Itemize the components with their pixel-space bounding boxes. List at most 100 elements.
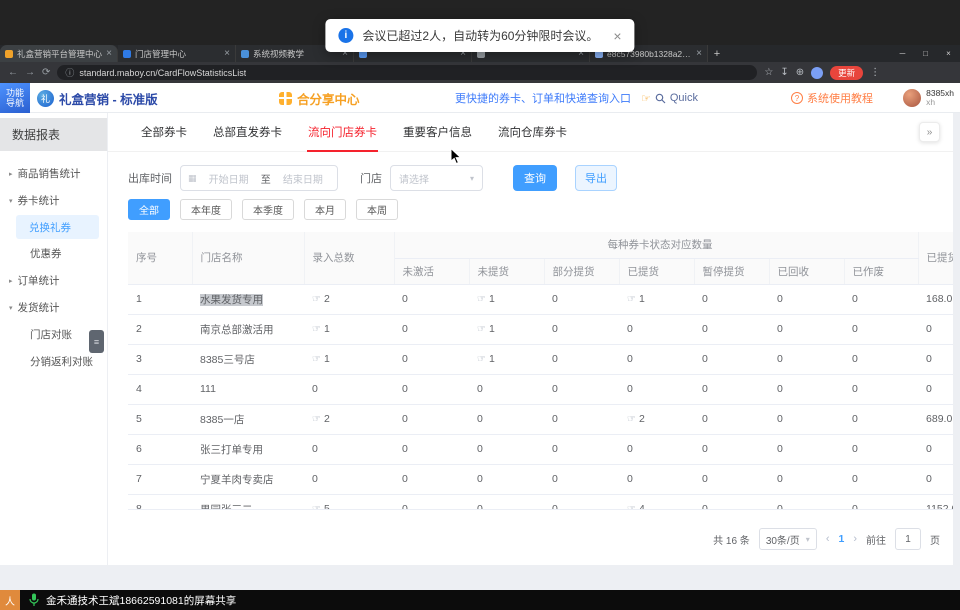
- sidebar-collapse-handle[interactable]: ≡: [89, 330, 104, 353]
- table-row[interactable]: 6张三打单专用000000000: [128, 434, 953, 464]
- quick-search[interactable]: ☞ Quick: [641, 92, 698, 105]
- extensions-icon[interactable]: ⊕: [796, 67, 804, 78]
- hand-icon[interactable]: ☞: [477, 354, 486, 365]
- chevron-down-icon: ▾: [9, 197, 13, 205]
- cell-value: 0: [769, 344, 844, 374]
- question-icon: ?: [791, 92, 803, 104]
- hand-icon[interactable]: ☞: [312, 324, 321, 335]
- export-button[interactable]: 导出: [575, 165, 617, 191]
- window-maximize-button[interactable]: □: [914, 45, 937, 62]
- table-row[interactable]: 58385一店☞2000☞2000689.0: [128, 404, 953, 434]
- cell-value: ☞2: [304, 284, 394, 314]
- content-tab[interactable]: 流向门店券卡: [295, 113, 390, 151]
- hand-icon[interactable]: ☞: [627, 414, 636, 425]
- function-nav-button[interactable]: 功能导航: [0, 83, 30, 113]
- cell-value: 0: [544, 464, 619, 494]
- window-minimize-button[interactable]: ─: [891, 45, 914, 62]
- user-menu[interactable]: 8385xhxh: [903, 83, 954, 113]
- hand-icon[interactable]: ☞: [312, 504, 321, 510]
- tab-close-icon[interactable]: ×: [106, 48, 112, 59]
- url-bar[interactable]: ⓘ standard.maboy.cn/CardFlowStatisticsLi…: [57, 65, 757, 80]
- content-tab[interactable]: 总部直发券卡: [200, 113, 295, 151]
- page-size-value: 30条/页: [766, 532, 800, 547]
- date-range-picker[interactable]: ▦ 开始日期 至 结束日期: [180, 165, 338, 191]
- browser-update-button[interactable]: 更新: [830, 66, 863, 80]
- table-row[interactable]: 2南京总部激活用☞10☞1000000: [128, 314, 953, 344]
- browser-tab[interactable]: 礼盒营销平台管理中心 ×: [0, 45, 118, 62]
- current-page[interactable]: 1: [838, 533, 844, 545]
- sidebar-item[interactable]: ▸订单统计: [0, 267, 107, 294]
- hand-icon[interactable]: ☞: [312, 354, 321, 365]
- sidebar-item[interactable]: ▾券卡统计: [0, 187, 107, 214]
- downloads-icon[interactable]: ↧: [780, 67, 788, 78]
- table-row[interactable]: 38385三号店☞10☞1000000: [128, 344, 953, 374]
- brand-logo-icon: 礼: [37, 90, 54, 107]
- end-date-placeholder: 结束日期: [276, 171, 330, 186]
- quick-range-chip[interactable]: 全部: [128, 199, 170, 220]
- goto-page-input[interactable]: [895, 528, 921, 550]
- browser-menu-icon[interactable]: ⋮: [870, 67, 880, 78]
- quick-range-chip[interactable]: 本周: [356, 199, 398, 220]
- cell-value: ☞1: [304, 314, 394, 344]
- cell-value: ☞5: [304, 494, 394, 510]
- hand-icon[interactable]: ☞: [627, 504, 636, 510]
- browser-tab[interactable]: 门店管理中心×: [118, 45, 236, 62]
- cell-value: 0: [918, 464, 953, 494]
- cell-value: 0: [918, 314, 953, 344]
- reload-icon[interactable]: ⟳: [42, 67, 50, 78]
- content-tab[interactable]: 重要客户信息: [390, 113, 485, 151]
- sidebar-title: 数据报表: [0, 118, 107, 151]
- statistics-table: 序号门店名称录入总数每种券卡状态对应数量已提货金额未激活未提货部分提货已提货暂停…: [128, 232, 953, 510]
- quick-range-chip[interactable]: 本月: [304, 199, 346, 220]
- cell-value: 0: [469, 434, 544, 464]
- cell-value: 0: [544, 374, 619, 404]
- quick-range-chip[interactable]: 本年度: [180, 199, 232, 220]
- quick-tip-text: 更快捷的券卡、订单和快递查询入口: [455, 90, 631, 106]
- quick-range-chip[interactable]: 本季度: [242, 199, 294, 220]
- tab-close-icon[interactable]: ×: [696, 48, 702, 59]
- sidebar-item[interactable]: 兑换礼券: [16, 215, 99, 239]
- gift-icon: [279, 92, 292, 105]
- forward-icon[interactable]: →: [25, 67, 35, 78]
- hand-icon[interactable]: ☞: [477, 294, 486, 305]
- table-row[interactable]: 8果园张三二☞5000☞40001152.0: [128, 494, 953, 510]
- new-tab-button[interactable]: +: [708, 45, 726, 62]
- panel-collapse-button[interactable]: »: [919, 122, 940, 142]
- table-row[interactable]: 4111000000000: [128, 374, 953, 404]
- hand-icon[interactable]: ☞: [312, 294, 321, 305]
- cell-store-name: 111: [192, 374, 304, 404]
- cell-value: 0: [769, 374, 844, 404]
- sidebar-item[interactable]: ▾发货统计: [0, 294, 107, 321]
- sidebar-item[interactable]: ▸商品销售统计: [0, 160, 107, 187]
- hand-icon[interactable]: ☞: [312, 414, 321, 425]
- site-info-icon[interactable]: ⓘ: [65, 66, 74, 79]
- table-row[interactable]: 1水果发货专用☞20☞10☞1000168.0: [128, 284, 953, 314]
- sidebar-item[interactable]: 优惠券: [0, 240, 107, 267]
- window-close-button[interactable]: ×: [937, 45, 960, 62]
- next-page-button[interactable]: ›: [853, 533, 857, 545]
- bookmark-icon[interactable]: ☆: [764, 67, 773, 78]
- hand-icon[interactable]: ☞: [627, 294, 636, 305]
- content-tab[interactable]: 流向仓库券卡: [485, 113, 580, 151]
- page-size-select[interactable]: 30条/页 ▾: [759, 528, 817, 550]
- search-button[interactable]: 查询: [513, 165, 557, 191]
- cell-value: 0: [769, 284, 844, 314]
- browser-profile-avatar[interactable]: [811, 67, 823, 79]
- tab-close-icon[interactable]: ×: [224, 48, 230, 59]
- cell-value: 0: [469, 464, 544, 494]
- store-select-placeholder: 请选择: [399, 171, 429, 186]
- tab-title: 礼盒营销平台管理中心: [17, 48, 102, 60]
- brand: 礼 礼盒营销 - 标准版: [37, 83, 158, 113]
- time-filter-label: 出库时间: [128, 170, 172, 186]
- chevron-down-icon: ▾: [470, 174, 474, 183]
- hand-icon[interactable]: ☞: [477, 324, 486, 335]
- tutorial-link[interactable]: ? 系统使用教程: [791, 83, 873, 113]
- back-icon[interactable]: ←: [8, 67, 18, 78]
- toast-close-icon[interactable]: ×: [613, 28, 621, 44]
- store-select[interactable]: 请选择 ▾: [390, 165, 483, 191]
- content-tab[interactable]: 全部券卡: [128, 113, 200, 151]
- column-header: 暂停提货: [694, 258, 769, 284]
- table-row[interactable]: 7宁夏羊肉专卖店000000000: [128, 464, 953, 494]
- share-center-link[interactable]: 合分享中心: [279, 83, 360, 113]
- prev-page-button[interactable]: ‹: [826, 533, 830, 545]
